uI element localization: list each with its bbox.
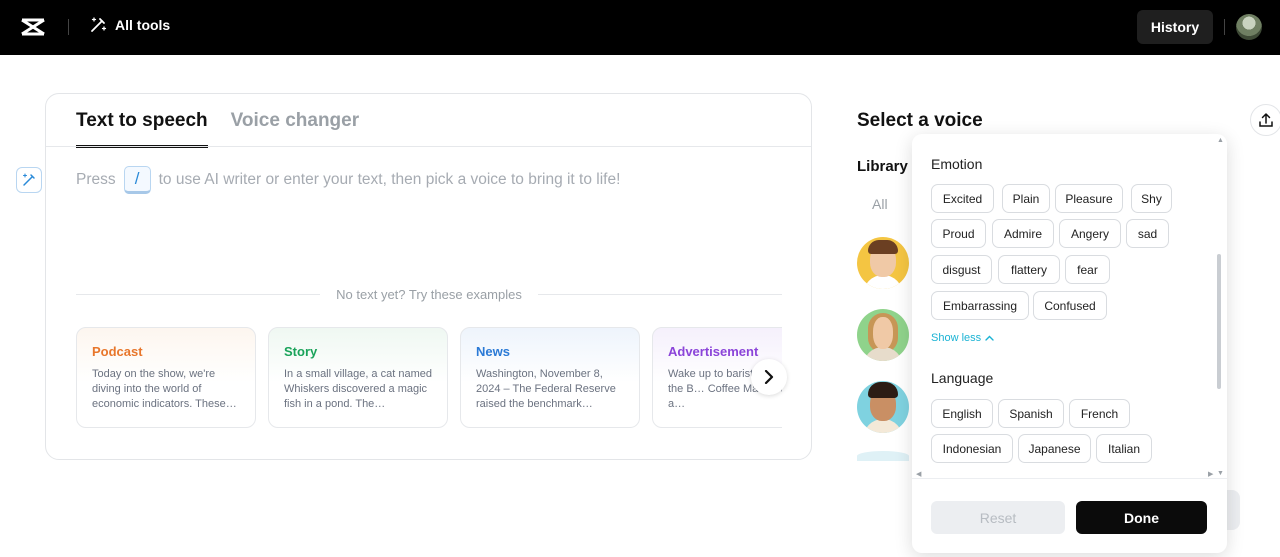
placeholder-suffix: to use AI writer or enter your text, the… — [158, 171, 621, 188]
top-bar: All tools History — [0, 0, 1280, 55]
example-card-podcast[interactable]: Podcast Today on the show, we're diving … — [76, 327, 256, 428]
example-card-story[interactable]: Story In a small village, a cat named Wh… — [268, 327, 448, 428]
scroll-right-icon[interactable]: ▶ — [1208, 470, 1213, 478]
voice-filter-popup: Emotion Excited Plain Pleasure Shy Proud… — [912, 134, 1227, 553]
example-title: Podcast — [92, 344, 143, 359]
topbar-divider — [1224, 19, 1225, 35]
scroll-down-icon[interactable]: ▼ — [1217, 470, 1224, 477]
example-text: Today on the show, we're diving into the… — [92, 368, 237, 410]
chevron-right-icon — [764, 370, 774, 384]
magic-wand-icon — [22, 173, 35, 186]
emotion-chip-disgust[interactable]: disgust — [931, 255, 992, 284]
scroll-left-icon[interactable]: ◀ — [916, 470, 921, 478]
text-input-placeholder[interactable]: Press / to use AI writer or enter your t… — [76, 166, 620, 194]
voice-avatar[interactable] — [857, 237, 909, 289]
tabs-divider — [46, 146, 811, 147]
language-chip-english[interactable]: English — [931, 399, 993, 428]
all-tools-label: All tools — [115, 17, 171, 33]
mode-tabs: Text to speech Voice changer — [76, 110, 359, 148]
all-tools-button[interactable]: All tools — [89, 16, 170, 34]
capcut-logo-icon[interactable] — [20, 16, 46, 38]
examples-label: No text yet? Try these examples — [336, 287, 522, 302]
popup-scrollbar[interactable] — [1217, 254, 1221, 389]
example-cards: Podcast Today on the show, we're diving … — [76, 327, 782, 429]
filter-all-tab[interactable]: All — [872, 196, 888, 212]
voice-avatar[interactable] — [857, 309, 909, 361]
chevron-up-icon — [985, 335, 994, 341]
magic-wand-icon — [91, 17, 107, 32]
example-text: In a small village, a cat named Whiskers… — [284, 368, 432, 410]
reset-button[interactable]: Reset — [931, 501, 1065, 534]
library-label: Library ( — [857, 158, 918, 175]
emotion-chip-fear[interactable]: fear — [1065, 255, 1110, 284]
emotion-chip-excited[interactable]: Excited — [931, 184, 994, 213]
emotion-chip-shy[interactable]: Shy — [1131, 184, 1172, 213]
tab-voice-changer[interactable]: Voice changer — [231, 110, 359, 148]
emotion-chip-sad[interactable]: sad — [1126, 219, 1169, 248]
done-button[interactable]: Done — [1076, 501, 1207, 534]
text-editor-card: Text to speech Voice changer Press / to … — [45, 93, 812, 460]
emotion-chip-confused[interactable]: Confused — [1033, 291, 1107, 320]
example-card-news[interactable]: News Washington, November 8, 2024 – The … — [460, 327, 640, 428]
filter-scroll-area: Emotion Excited Plain Pleasure Shy Proud… — [912, 134, 1227, 478]
language-chip-spanish[interactable]: Spanish — [998, 399, 1064, 428]
popup-footer: Reset Done — [912, 478, 1227, 553]
emotion-chip-proud[interactable]: Proud — [931, 219, 986, 248]
slash-key-hint: / — [123, 166, 151, 194]
upload-voice-button[interactable] — [1250, 104, 1280, 136]
upload-icon — [1259, 113, 1273, 127]
voice-avatar[interactable] — [857, 381, 909, 433]
placeholder-prefix: Press — [76, 171, 116, 188]
example-title: News — [476, 344, 510, 359]
show-less-toggle[interactable]: Show less — [931, 332, 994, 344]
user-avatar[interactable] — [1236, 14, 1262, 40]
example-text: Washington, November 8, 2024 – The Feder… — [476, 368, 616, 410]
language-chip-indonesian[interactable]: Indonesian — [931, 434, 1013, 463]
emotion-chip-flattery[interactable]: flattery — [998, 255, 1060, 284]
scroll-up-icon[interactable]: ▲ — [1217, 137, 1224, 144]
language-section-title: Language — [931, 370, 994, 386]
example-title: Advertisement — [668, 344, 759, 359]
example-title: Story — [284, 344, 318, 359]
select-voice-title: Select a voice — [857, 110, 983, 131]
emotion-chip-pleasure[interactable]: Pleasure — [1055, 184, 1123, 213]
examples-next-button[interactable] — [751, 359, 787, 395]
language-chip-french[interactable]: French — [1069, 399, 1130, 428]
topbar-divider — [68, 19, 69, 35]
language-chip-japanese[interactable]: Japanese — [1018, 434, 1091, 463]
emotion-chip-admire[interactable]: Admire — [992, 219, 1054, 248]
voice-avatar[interactable] — [857, 451, 909, 461]
language-chip-italian[interactable]: Italian — [1096, 434, 1152, 463]
tab-text-to-speech[interactable]: Text to speech — [76, 110, 208, 148]
emotion-section-title: Emotion — [931, 156, 983, 172]
ai-writer-button[interactable] — [16, 167, 42, 193]
examples-divider: No text yet? Try these examples — [76, 287, 783, 302]
emotion-chip-plain[interactable]: Plain — [1002, 184, 1050, 213]
history-button[interactable]: History — [1137, 10, 1213, 44]
emotion-chip-angery[interactable]: Angery — [1059, 219, 1121, 248]
emotion-chip-embarrassing[interactable]: Embarrassing — [931, 291, 1029, 320]
show-less-label: Show less — [931, 332, 982, 344]
